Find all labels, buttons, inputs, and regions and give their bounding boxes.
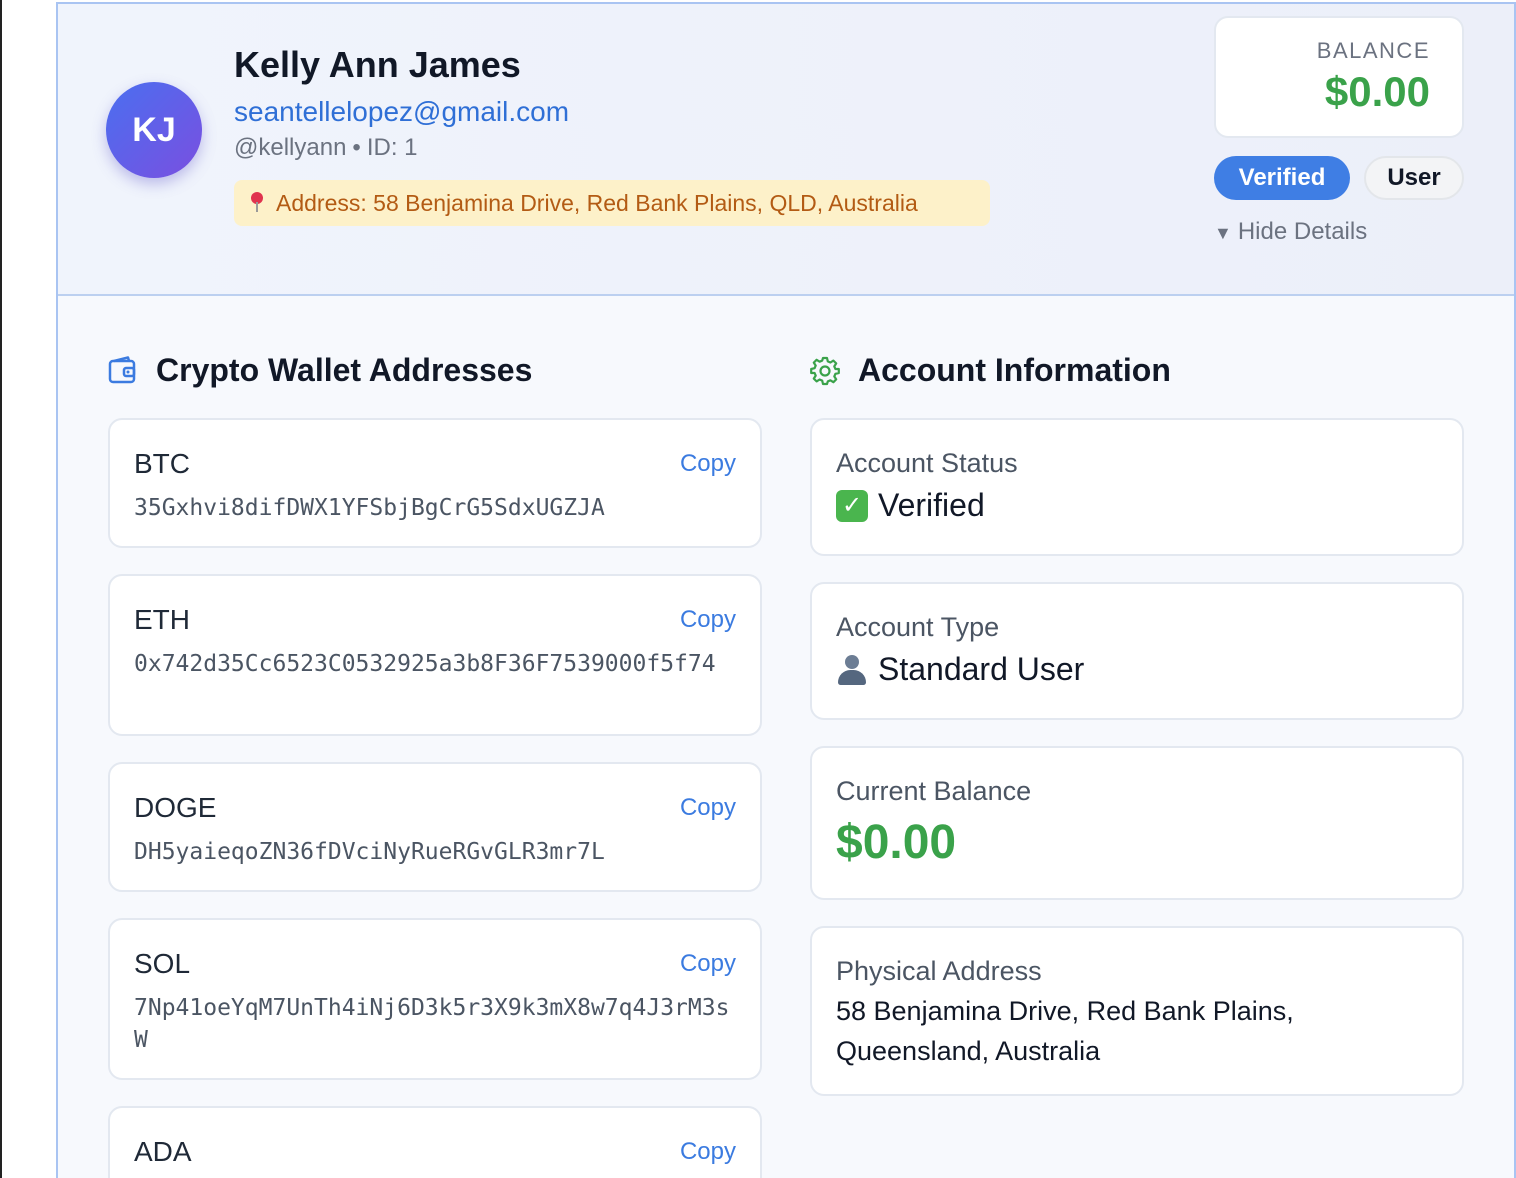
triangle-down-icon: ▼ (1214, 223, 1232, 243)
wallet-card-sol: SOL Copy 7Np41oeYqM7UnTh4iNj6D3k5r3X9k3m… (108, 918, 762, 1080)
current-balance-value: $0.00 (836, 816, 957, 869)
account-type-text: Standard User (878, 651, 1085, 687)
account-type-value: Standard User (836, 651, 1438, 688)
physical-address-label: Physical Address (836, 956, 1042, 986)
account-status-card: Account Status ✓ Verified (810, 418, 1464, 556)
wallet-card-eth: ETH Copy 0x742d35Cc6523C0532925a3b8F36F7… (108, 574, 762, 736)
avatar: KJ (106, 82, 202, 178)
gear-icon (810, 356, 840, 385)
account-section-title: Account Information (810, 352, 1171, 389)
user-id: ID: 1 (366, 134, 418, 161)
wallet-icon (108, 355, 136, 383)
current-balance-card: Current Balance $0.00 (810, 746, 1464, 900)
wallets-title-text: Crypto Wallet Addresses (156, 352, 533, 388)
wallet-card-btc: BTC Copy 35Gxhvi8difDWX1YFSbjBgCrG5SdxUG… (108, 418, 762, 548)
user-meta: @kellyann • ID: 1 (234, 134, 418, 162)
page-gutter (5, 0, 57, 1178)
wallet-coin: BTC (134, 448, 190, 479)
address-pill: Address: 58 Benjamina Drive, Red Bank Pl… (234, 180, 990, 226)
wallet-coin: ETH (134, 604, 190, 635)
role-badge: User (1364, 156, 1464, 200)
wallet-card-ada: ADA Copy (108, 1106, 762, 1178)
balance-label: BALANCE (1316, 38, 1430, 63)
wallet-coin: DOGE (134, 792, 217, 823)
account-type-label: Account Type (836, 612, 1000, 642)
hide-details-toggle[interactable]: ▼ Hide Details (1214, 218, 1367, 246)
user-name: Kelly Ann James (234, 44, 521, 85)
wallet-card-doge: DOGE Copy DH5yaieqoZN36fDVciNyRueRGvGLR3… (108, 762, 762, 892)
account-title-text: Account Information (858, 352, 1171, 388)
check-icon: ✓ (836, 489, 868, 522)
copy-button-eth[interactable]: Copy (680, 606, 736, 634)
account-type-card: Account Type Standard User (810, 582, 1464, 720)
balance-box: BALANCE $0.00 (1214, 16, 1464, 138)
separator-dot: • (352, 134, 361, 161)
wallet-address: 35Gxhvi8difDWX1YFSbjBgCrG5SdxUGZJA (134, 495, 605, 521)
current-balance-label: Current Balance (836, 776, 1032, 806)
hide-details-label: Hide Details (1237, 218, 1368, 245)
user-detail-card: KJ Kelly Ann James seantellelopez@gmail.… (56, 2, 1516, 1178)
wallets-section-title: Crypto Wallet Addresses (108, 352, 532, 389)
copy-button-sol[interactable]: Copy (680, 950, 736, 978)
user-email-link[interactable]: seantellelopez@gmail.com (234, 96, 569, 128)
wallet-address: DH5yaieqoZN36fDVciNyRueRGvGLR3mr7L (134, 839, 605, 865)
copy-button-btc[interactable]: Copy (680, 450, 736, 478)
pin-icon (250, 192, 264, 214)
wallet-address: 0x742d35Cc6523C0532925a3b8F36F7539000f5f… (134, 651, 716, 677)
account-status-label: Account Status (836, 448, 1018, 478)
balance-value: $0.00 (1324, 68, 1430, 115)
person-icon (836, 654, 868, 686)
physical-address-value: 58 Benjamina Drive, Red Bank Plains, Que… (836, 996, 1294, 1066)
physical-address-card: Physical Address 58 Benjamina Drive, Red… (810, 926, 1464, 1096)
profile-header: KJ Kelly Ann James seantellelopez@gmail.… (58, 4, 1514, 296)
account-status-value: ✓ Verified (836, 487, 1438, 524)
address-pill-text: Address: 58 Benjamina Drive, Red Bank Pl… (276, 189, 918, 216)
copy-button-ada[interactable]: Copy (680, 1138, 736, 1166)
copy-button-doge[interactable]: Copy (680, 794, 736, 822)
wallet-address: 7Np41oeYqM7UnTh4iNj6D3k5r3X9k3mX8w7q4J3r… (134, 995, 730, 1053)
account-status-text: Verified (878, 487, 985, 523)
username: @kellyann (234, 134, 347, 161)
wallet-coin: SOL (134, 948, 191, 979)
verified-badge: Verified (1214, 156, 1350, 200)
wallet-coin: ADA (134, 1136, 192, 1167)
